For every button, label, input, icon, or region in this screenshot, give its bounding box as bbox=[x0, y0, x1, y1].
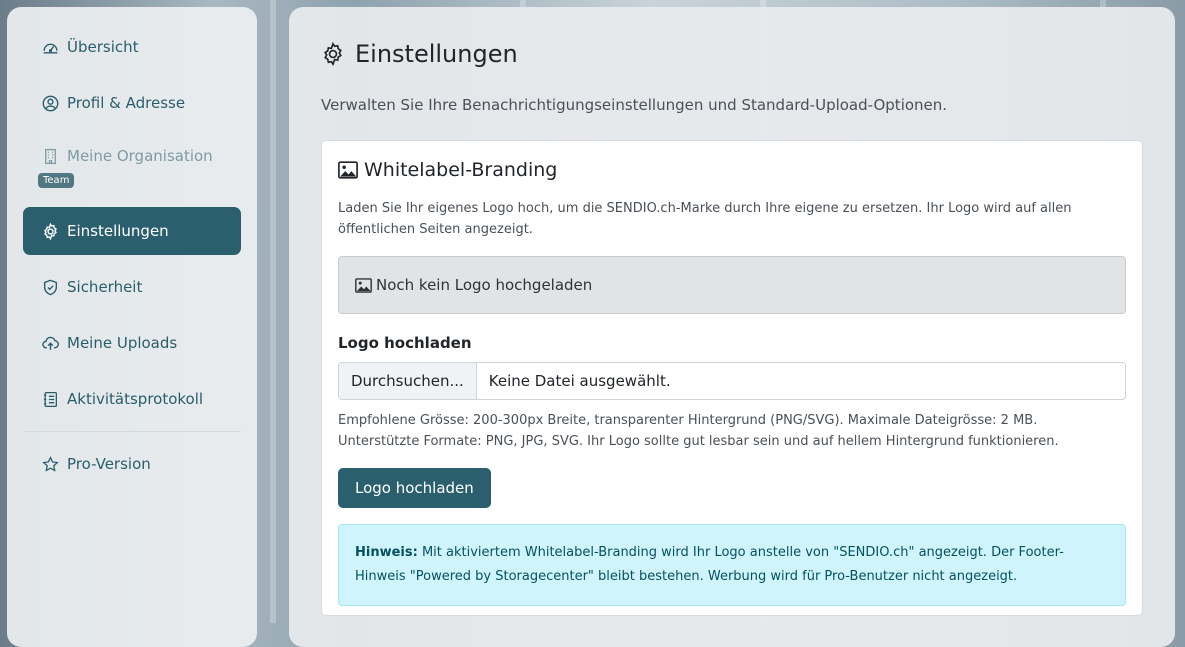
dashboard-icon bbox=[42, 39, 59, 56]
help-line-formats: Unterstützte Formate: PNG, JPG, SVG. Ihr… bbox=[338, 434, 1059, 449]
sidebar-item-settings[interactable]: Einstellungen bbox=[23, 207, 241, 255]
journal-list-icon bbox=[42, 391, 59, 408]
upload-label: Logo hochladen bbox=[338, 334, 472, 352]
star-icon bbox=[42, 455, 59, 473]
upload-logo-button[interactable]: Logo hochladen bbox=[338, 468, 491, 508]
user-circle-icon bbox=[42, 95, 59, 112]
main-panel: Einstellungen Verwalten Sie Ihre Benachr… bbox=[289, 7, 1175, 647]
help-line-size: Empfohlene Grösse: 200-300px Breite, tra… bbox=[338, 413, 1038, 428]
sidebar-item-label: Sicherheit bbox=[67, 278, 143, 296]
page-description: Verwalten Sie Ihre Benachrichtigungseins… bbox=[321, 96, 948, 114]
sidebar-item-pro-version[interactable]: Pro-Version bbox=[23, 440, 241, 488]
page-title-text: Einstellungen bbox=[355, 40, 518, 68]
sidebar-item-profile[interactable]: Profil & Adresse bbox=[23, 79, 241, 127]
placeholder-text: Noch kein Logo hochgeladen bbox=[376, 276, 593, 294]
sidebar-item-label: Übersicht bbox=[67, 38, 139, 56]
image-icon bbox=[338, 161, 358, 179]
sidebar-item-label: Aktivitätsprotokoll bbox=[67, 390, 204, 408]
file-status: Keine Datei ausgewählt. bbox=[488, 372, 671, 390]
cloud-upload-icon bbox=[42, 335, 59, 352]
shield-check-icon bbox=[42, 279, 59, 296]
building-icon bbox=[42, 148, 59, 165]
card-description: Laden Sie Ihr eigenes Logo hoch, um die … bbox=[338, 201, 1072, 237]
sidebar-item-label: Einstellungen bbox=[67, 222, 169, 240]
sidebar: Übersicht Profil & Adresse Meine Organis… bbox=[7, 7, 257, 647]
logo-placeholder: Noch kein Logo hochgeladen bbox=[338, 256, 1126, 314]
sidebar-item-label: Profil & Adresse bbox=[67, 94, 186, 112]
sidebar-item-label: Meine Uploads bbox=[67, 334, 178, 352]
sidebar-item-overview[interactable]: Übersicht bbox=[23, 23, 241, 71]
sidebar-item-uploads[interactable]: Meine Uploads bbox=[23, 319, 241, 367]
page-title: Einstellungen bbox=[321, 40, 1143, 68]
logo-file-input[interactable]: Durchsuchen... Keine Datei ausgewählt. bbox=[338, 362, 1126, 400]
gear-icon bbox=[42, 222, 59, 240]
card-title: Whitelabel-Branding bbox=[338, 159, 1126, 181]
alert-label: Hinweis: bbox=[355, 545, 418, 560]
whitelabel-card: Whitelabel-Branding Laden Sie Ihr eigene… bbox=[321, 140, 1143, 616]
browse-button[interactable]: Durchsuchen... bbox=[339, 363, 477, 399]
upload-help-text: Empfohlene Grösse: 200-300px Breite, tra… bbox=[338, 410, 1126, 452]
sidebar-item-label: Meine Organisation bbox=[67, 147, 213, 165]
card-title-text: Whitelabel-Branding bbox=[364, 159, 558, 181]
sidebar-item-organisation: Meine Organisation Team bbox=[23, 135, 241, 199]
sidebar-item-security[interactable]: Sicherheit bbox=[23, 263, 241, 311]
sidebar-divider bbox=[23, 431, 241, 432]
sidebar-item-label: Pro-Version bbox=[67, 455, 151, 473]
team-badge: Team bbox=[38, 173, 75, 188]
alert-text: Mit aktiviertem Whitelabel-Branding wird… bbox=[355, 545, 1064, 584]
image-icon bbox=[355, 277, 372, 293]
gear-icon bbox=[321, 42, 345, 66]
sidebar-item-activity-log[interactable]: Aktivitätsprotokoll bbox=[23, 375, 241, 423]
info-alert: Hinweis: Mit aktiviertem Whitelabel-Bran… bbox=[338, 524, 1126, 606]
